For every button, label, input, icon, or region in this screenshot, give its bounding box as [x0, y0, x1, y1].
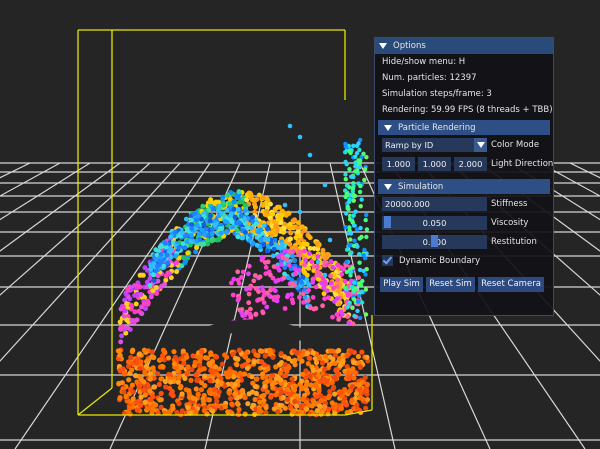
checkmark-icon — [382, 254, 393, 265]
particle-rendering-header[interactable]: Particle Rendering — [378, 120, 550, 135]
color-mode-dropdown-button[interactable] — [474, 138, 487, 152]
color-mode-value: Ramp by ID — [385, 140, 434, 150]
dynamic-boundary-label: Dynamic Boundary — [399, 256, 481, 266]
color-mode-combo[interactable]: Ramp by ID — [382, 138, 474, 152]
viscosity-row: 0.050 Viscosity — [375, 215, 553, 232]
light-direction-row: 1.000 1.000 2.000 Light Direction — [375, 156, 553, 173]
restitution-slider-grab[interactable] — [431, 235, 438, 247]
reset-camera-button[interactable]: Reset Camera — [478, 277, 544, 292]
simulation-title: Simulation — [398, 181, 444, 192]
options-title-bar[interactable]: Options — [375, 38, 553, 54]
restitution-row: 0.500 Restitution — [375, 234, 553, 251]
collapse-triangle-icon[interactable] — [384, 124, 392, 131]
stiffness-row: 20000.000 Stiffness — [375, 196, 553, 213]
light-direction-label: Light Direction — [491, 159, 554, 169]
viscosity-label: Viscosity — [491, 218, 529, 228]
viscosity-slider[interactable]: 0.050 — [382, 216, 487, 230]
viscosity-value: 0.050 — [422, 218, 447, 228]
options-panel: Options Hide/show menu: H Num. particles… — [374, 37, 554, 316]
simulation-header[interactable]: Simulation — [378, 179, 550, 194]
dynamic-boundary-row: Dynamic Boundary — [375, 253, 553, 270]
light-direction-z-field[interactable]: 2.000 — [454, 157, 487, 171]
num-particles-text: Num. particles: 12397 — [382, 73, 477, 83]
fluid-particles — [115, 123, 371, 418]
light-direction-x-field[interactable]: 1.000 — [382, 157, 415, 171]
stiffness-field[interactable]: 20000.000 — [382, 197, 487, 211]
particle-rendering-title: Particle Rendering — [398, 122, 476, 133]
hide-menu-hint: Hide/show menu: H — [382, 57, 466, 67]
rendering-fps-text: Rendering: 59.99 FPS (8 threads + TBB) — [382, 105, 553, 115]
stiffness-label: Stiffness — [491, 199, 528, 209]
chevron-down-icon — [477, 142, 485, 148]
play-sim-button[interactable]: Play Sim — [380, 277, 423, 292]
buttons-row: Play Sim Reset Sim Reset Camera — [375, 276, 553, 293]
dynamic-boundary-checkbox[interactable] — [382, 254, 393, 266]
color-mode-row: Ramp by ID Color Mode — [375, 137, 553, 154]
options-title: Options — [393, 41, 426, 51]
restitution-label: Restitution — [491, 237, 537, 247]
color-mode-label: Color Mode — [491, 140, 540, 150]
light-direction-y-field[interactable]: 1.000 — [418, 157, 451, 171]
collapse-triangle-icon[interactable] — [379, 43, 387, 49]
collapse-triangle-icon[interactable] — [384, 183, 392, 190]
steps-per-frame-text: Simulation steps/frame: 3 — [382, 89, 492, 99]
viscosity-slider-grab[interactable] — [384, 216, 391, 228]
reset-sim-button[interactable]: Reset Sim — [426, 277, 475, 292]
